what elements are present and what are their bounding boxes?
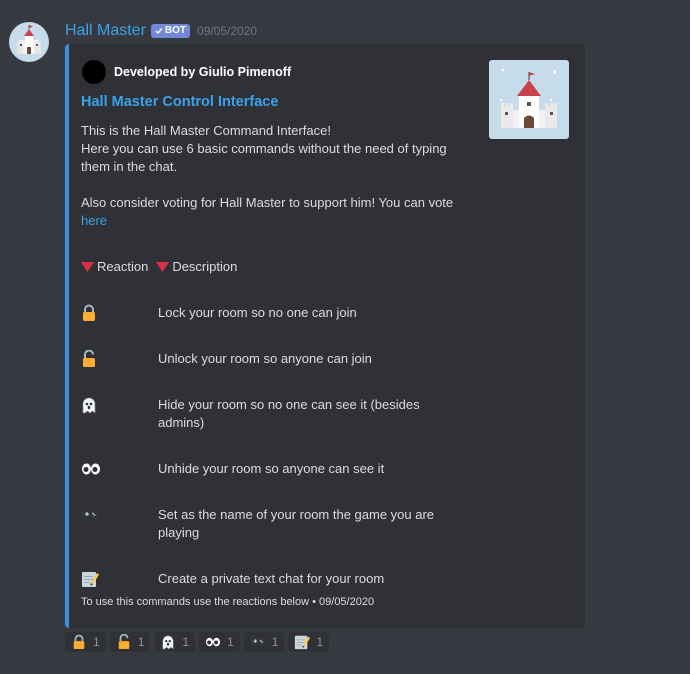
lock-icon — [71, 634, 87, 650]
castle-icon — [17, 25, 41, 54]
bot-tag: BOT — [150, 24, 191, 38]
reaction-eyes[interactable]: 1 — [199, 632, 240, 652]
field-header-description: Description — [172, 259, 238, 274]
eyes-icon — [81, 460, 101, 478]
vote-link[interactable]: here — [81, 212, 107, 230]
embed-footer: To use this commands use the reactions b… — [81, 596, 375, 608]
description-line: Here you can use 6 basic commands withou… — [81, 141, 447, 156]
reaction-count: 1 — [227, 635, 234, 649]
reaction-lock[interactable]: 1 — [65, 632, 106, 652]
row-description: Set as the name of your room the game yo… — [158, 507, 435, 540]
author-name: Developed by Giulio Pimenoff — [114, 65, 292, 79]
description-line: This is the Hall Master Command Interfac… — [81, 123, 331, 138]
unlock-icon — [81, 349, 101, 368]
red-triangle-down-icon — [156, 262, 170, 272]
reactions-bar: 1 1 1 1 1 1 — [65, 632, 330, 652]
memo-icon — [81, 570, 101, 588]
description-line: them in the chat. — [81, 159, 178, 174]
reaction-unlock[interactable]: 1 — [109, 632, 151, 652]
row-description: Lock your room so no one can join — [158, 305, 357, 320]
message-timestamp: 09/05/2020 — [197, 24, 258, 38]
username[interactable]: Hall Master — [65, 22, 146, 40]
eyes-icon — [205, 634, 221, 650]
embed-author: Developed by Giulio Pimenoff — [82, 60, 291, 84]
row-description: Unlock your room so anyone can join — [158, 351, 372, 366]
bot-tag-label: BOT — [164, 25, 187, 36]
description-line: Also consider voting for Hall Master to … — [81, 195, 454, 210]
row-description: Unhide your room so anyone can see it — [158, 461, 385, 476]
reaction-count: 1 — [182, 635, 190, 649]
reaction-count: 1 — [137, 635, 145, 649]
lock-icon — [81, 304, 101, 322]
embed-thumbnail[interactable] — [489, 60, 569, 139]
reaction-memo[interactable]: 1 — [288, 632, 330, 652]
embed-title: Hall Master Control Interface — [81, 94, 279, 110]
game-controller-icon — [81, 506, 101, 524]
reaction-count: 1 — [93, 635, 100, 649]
reaction-count: 1 — [316, 635, 324, 649]
bot-avatar[interactable] — [9, 22, 49, 62]
reaction-ghost[interactable]: 1 — [154, 632, 196, 652]
chat-message: Hall Master BOT 09/05/2020 Developed by … — [0, 0, 690, 674]
ghost-icon — [160, 634, 176, 650]
unlock-icon — [116, 634, 132, 650]
game-controller-icon — [249, 634, 266, 650]
ghost-icon — [81, 396, 101, 414]
field-headers: Reaction Description — [81, 258, 237, 276]
embed: Developed by Giulio Pimenoff Hall Master… — [65, 44, 585, 628]
memo-icon — [294, 634, 311, 650]
message-header: Hall Master BOT 09/05/2020 — [65, 21, 257, 41]
castle-icon — [499, 68, 557, 128]
row-description: Hide your room so no one can see it (bes… — [158, 397, 420, 430]
field-header-reaction: Reaction — [97, 259, 149, 274]
author-icon — [82, 60, 106, 84]
red-triangle-down-icon — [81, 262, 94, 272]
row-description: Create a private text chat for your room — [158, 571, 385, 586]
checkmark-icon — [155, 28, 163, 35]
reaction-game-controller[interactable]: 1 — [243, 632, 285, 652]
reaction-count: 1 — [271, 635, 279, 649]
